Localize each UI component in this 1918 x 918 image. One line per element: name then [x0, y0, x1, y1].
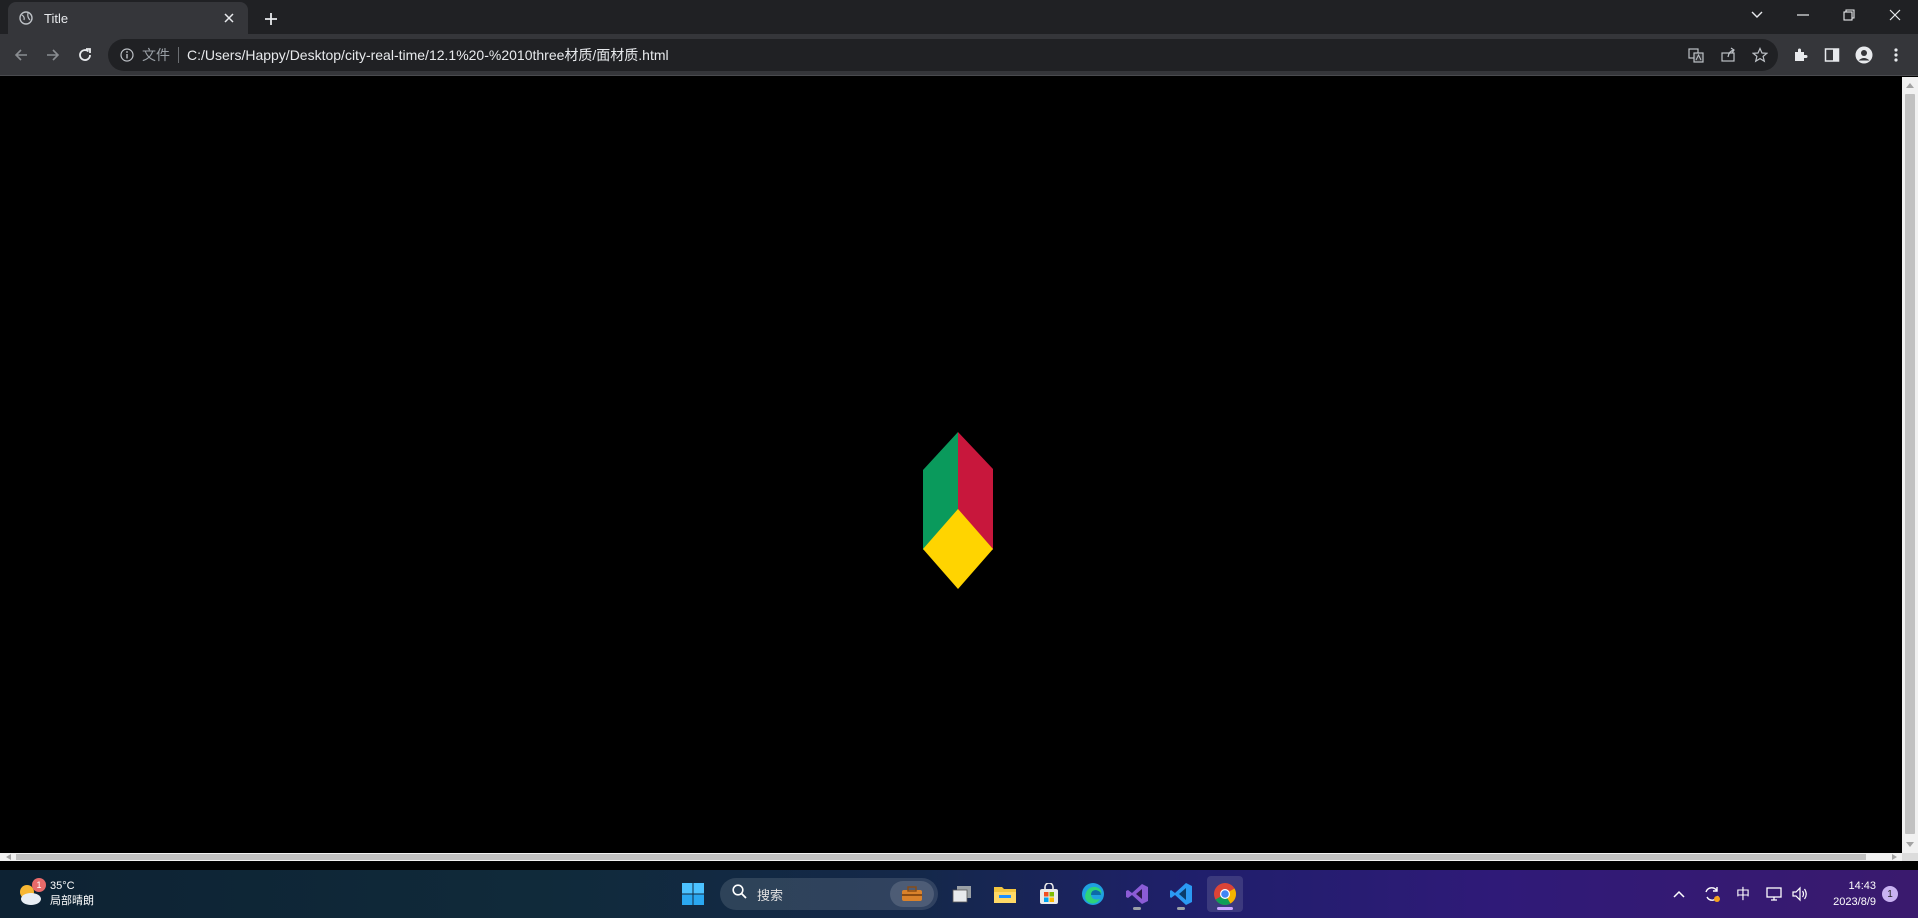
vertical-scroll-thumb[interactable] — [1905, 94, 1915, 834]
profile-avatar-icon[interactable] — [1850, 41, 1878, 69]
scroll-left-arrow-icon[interactable] — [2, 853, 14, 861]
tab-active[interactable]: Title — [8, 2, 248, 34]
weather-badge: 1 — [32, 878, 46, 892]
notification-badge[interactable]: 1 — [1882, 886, 1898, 902]
close-window-icon[interactable] — [1872, 0, 1918, 30]
back-button[interactable] — [7, 41, 35, 69]
system-clock[interactable]: 14:43 2023/8/9 — [1816, 878, 1876, 910]
security-chip[interactable]: 文件 — [142, 45, 170, 65]
start-button[interactable] — [675, 876, 711, 912]
tab-title: Title — [44, 10, 69, 26]
forward-button[interactable] — [39, 41, 67, 69]
restore-icon[interactable] — [1826, 0, 1872, 30]
visual-studio-icon[interactable] — [1119, 876, 1155, 912]
volume-icon[interactable] — [1788, 882, 1812, 906]
vertical-scrollbar[interactable] — [1902, 77, 1918, 853]
weather-sun-cloud-icon: 1 — [16, 878, 46, 908]
task-view-icon[interactable] — [944, 876, 980, 912]
share-icon[interactable] — [1714, 41, 1742, 69]
taskbar-search-box[interactable]: 搜索 — [720, 878, 938, 910]
side-panel-icon[interactable] — [1818, 41, 1846, 69]
search-label: 搜索 — [757, 887, 784, 903]
active-indicator — [1217, 907, 1233, 910]
windows-taskbar: 1 35°C 局部晴朗 搜索 中 14:43 2023/8/9 1 — [0, 870, 1918, 918]
ime-indicator[interactable]: 中 — [1732, 882, 1754, 906]
weather-condition: 局部晴朗 — [50, 895, 94, 907]
vscode-icon[interactable] — [1163, 876, 1199, 912]
chrome-icon[interactable] — [1207, 876, 1243, 912]
page-viewport[interactable] — [0, 77, 1902, 853]
tray-overflow-chevron-icon[interactable] — [1668, 882, 1690, 906]
running-indicator — [1177, 907, 1185, 910]
reload-button[interactable] — [71, 41, 99, 69]
horizontal-scroll-thumb[interactable] — [16, 854, 1866, 860]
address-bar[interactable]: 文件 C:/Users/Happy/Desktop/city-real-time… — [108, 39, 1778, 71]
tab-close-icon[interactable] — [220, 9, 238, 27]
scroll-down-arrow-icon[interactable] — [1902, 837, 1918, 853]
scrollbar-corner — [1902, 853, 1918, 861]
sync-update-icon[interactable] — [1700, 882, 1724, 906]
menu-kebab-icon[interactable] — [1882, 41, 1910, 69]
bookmark-star-icon[interactable] — [1746, 41, 1774, 69]
address-separator — [178, 47, 179, 63]
network-icon[interactable] — [1762, 882, 1786, 906]
clock-date: 2023/8/9 — [1833, 896, 1876, 908]
translate-icon[interactable] — [1682, 41, 1710, 69]
url-text[interactable]: C:/Users/Happy/Desktop/city-real-time/12… — [187, 45, 669, 65]
weather-temp: 35°C — [50, 880, 75, 892]
file-explorer-icon[interactable] — [987, 876, 1023, 912]
scroll-up-arrow-icon[interactable] — [1902, 77, 1918, 93]
edge-browser-icon[interactable] — [1075, 876, 1111, 912]
minimize-icon[interactable] — [1780, 0, 1826, 30]
search-icon — [732, 884, 747, 904]
globe-icon — [18, 10, 34, 26]
new-tab-button[interactable] — [258, 6, 284, 32]
running-indicator — [1133, 907, 1141, 910]
extensions-icon[interactable] — [1786, 41, 1814, 69]
microsoft-store-icon[interactable] — [1031, 876, 1067, 912]
info-icon[interactable] — [118, 46, 136, 64]
clock-time: 14:43 — [1848, 880, 1876, 892]
webgl-canvas[interactable] — [0, 77, 1902, 853]
search-highlight-briefcase-icon — [890, 881, 934, 907]
tab-search-chevron-icon[interactable] — [1734, 0, 1780, 30]
scroll-right-arrow-icon[interactable] — [1888, 853, 1900, 861]
weather-widget[interactable]: 1 35°C 局部晴朗 — [16, 876, 94, 912]
tab-strip: Title — [0, 0, 1918, 34]
browser-toolbar: 文件 C:/Users/Happy/Desktop/city-real-time… — [0, 34, 1918, 76]
horizontal-scrollbar[interactable] — [0, 853, 1902, 861]
